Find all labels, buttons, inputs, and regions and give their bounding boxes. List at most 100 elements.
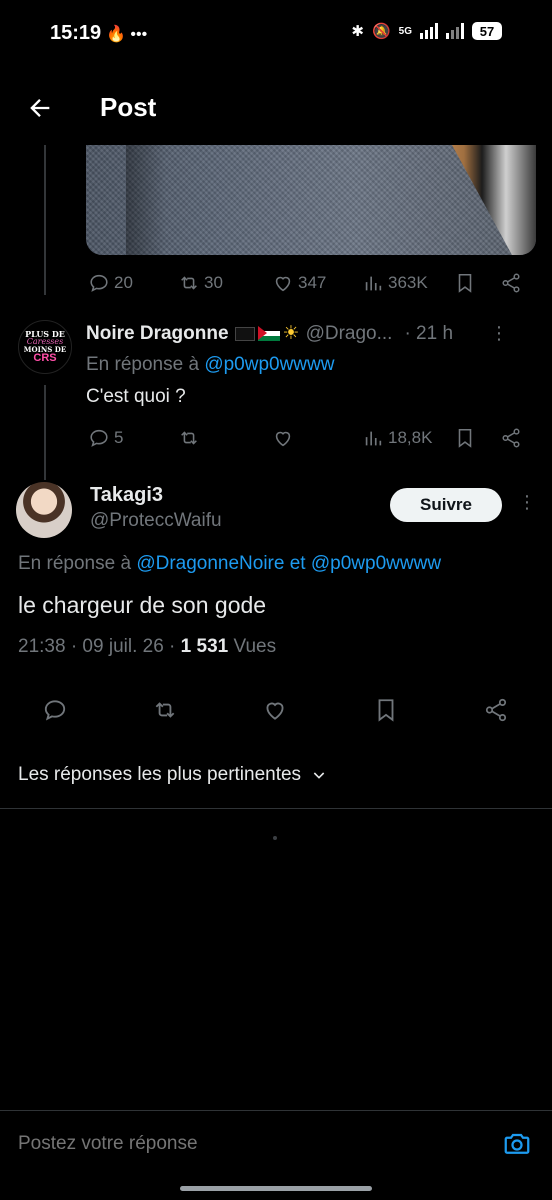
retweet-icon	[181, 431, 197, 445]
like-button[interactable]	[262, 697, 288, 723]
analytics-icon	[365, 276, 382, 291]
views-count[interactable]: 1 531	[181, 636, 229, 657]
views-button[interactable]: 18,8K	[362, 427, 432, 449]
comment-icon	[90, 429, 108, 447]
bookmark-icon	[458, 428, 472, 448]
heart-icon	[275, 276, 291, 292]
retweet-button[interactable]	[178, 427, 200, 449]
network-label: 5G	[398, 25, 412, 37]
reply-button[interactable]: 5	[88, 427, 123, 449]
signal-icon	[420, 23, 438, 39]
status-right: ✱ 🔕 5G 57	[351, 22, 502, 40]
share-button[interactable]	[500, 272, 522, 294]
heart-icon	[275, 431, 291, 447]
display-name[interactable]: Takagi3	[90, 484, 163, 507]
bookmark-icon	[378, 699, 394, 722]
reply-input[interactable]	[18, 1133, 458, 1155]
comment-icon	[90, 274, 108, 292]
retweet-count: 30	[204, 273, 223, 292]
share-button[interactable]	[483, 697, 509, 723]
share-icon	[502, 428, 520, 448]
sun-icon: ☀	[282, 323, 300, 344]
reply-count: 20	[114, 273, 133, 292]
avatar-text: CRS	[33, 352, 57, 364]
status-time: 15:19	[50, 22, 102, 44]
like-button[interactable]	[272, 427, 294, 449]
reply-button[interactable]	[42, 697, 68, 723]
tweet-text: C'est quoi ?	[86, 386, 186, 407]
arrow-left-icon	[30, 99, 50, 117]
retweet-icon	[155, 702, 175, 718]
bluetooth-icon: ✱	[351, 23, 364, 40]
reply-button[interactable]: 20	[88, 272, 133, 294]
tweet-meta: 21:38 · 09 juil. 26 · 1 531 Vues	[18, 636, 276, 658]
camera-button[interactable]	[502, 1129, 532, 1159]
mention-link[interactable]: @p0wp0wwww	[311, 553, 441, 574]
divider	[0, 808, 552, 809]
like-button[interactable]: 347	[272, 272, 326, 294]
reply-prefix: En réponse à	[18, 553, 132, 574]
thread-line	[44, 145, 46, 295]
loading-indicator	[273, 836, 277, 840]
reply-context: En réponse à @DragonneNoire et @p0wp0www…	[18, 553, 441, 575]
media-shadow	[126, 145, 166, 255]
page-title: Post	[100, 92, 157, 122]
views-label: Vues	[233, 636, 277, 657]
timestamp: · 21 h	[404, 322, 454, 344]
tweet-text: le chargeur de son gode	[18, 592, 267, 618]
status-bar: 15:19 🔥 ••• ✱ 🔕 5G 57	[0, 0, 552, 70]
tweet-media-image[interactable]	[86, 145, 536, 255]
retweet-button[interactable]	[152, 697, 178, 723]
name-emojis: ☀	[234, 322, 300, 345]
follow-button[interactable]: Suivre	[390, 488, 502, 522]
bookmark-button[interactable]	[454, 427, 476, 449]
back-button[interactable]	[22, 90, 58, 126]
reply-author-row: Noire Dragonne ☀ @Drago... · 21 h ⋮	[86, 322, 536, 345]
handle[interactable]: @Drago...	[306, 323, 393, 345]
battery-icon: 57	[472, 22, 502, 40]
tweet-timestamp: 21:38 · 09 juil. 26 ·	[18, 636, 176, 657]
reply-context: En réponse à @p0wp0wwww	[86, 354, 334, 376]
mention-link[interactable]: @DragonneNoire	[136, 553, 284, 574]
retweet-button[interactable]: 30	[178, 272, 223, 294]
sort-label: Les réponses les plus pertinentes	[18, 764, 302, 785]
avatar[interactable]: PLUS DE Caresses MOINS DE CRS	[18, 320, 72, 374]
share-icon	[502, 273, 520, 293]
chevron-down-icon	[313, 772, 325, 779]
share-icon	[485, 698, 507, 722]
more-notifications-icon: •••	[130, 26, 148, 43]
bookmark-button[interactable]	[373, 697, 399, 723]
replies-sort-dropdown[interactable]: Les réponses les plus pertinentes	[18, 764, 327, 786]
thread-line	[44, 385, 46, 480]
retweet-icon	[181, 276, 197, 290]
reply-prefix: En réponse à	[86, 354, 200, 375]
views-button[interactable]: 363K	[362, 272, 428, 294]
home-indicator	[180, 1186, 372, 1191]
flame-icon: 🔥	[106, 26, 126, 43]
bookmark-button[interactable]	[454, 272, 476, 294]
mute-icon: 🔕	[371, 23, 391, 40]
status-notification-icons: 🔥 •••	[106, 24, 147, 44]
display-name[interactable]: Noire Dragonne	[86, 323, 229, 345]
more-options-icon[interactable]: ⋮	[490, 323, 508, 344]
comment-icon	[44, 700, 66, 721]
mention-link[interactable]: @p0wp0wwww	[204, 354, 334, 375]
header: Post	[0, 80, 552, 140]
black-flag-icon	[234, 326, 255, 341]
camera-icon	[504, 1133, 530, 1154]
avatar[interactable]	[16, 482, 72, 538]
reply-composer	[0, 1110, 552, 1180]
views-count: 18,8K	[388, 428, 433, 447]
bookmark-icon	[458, 273, 472, 293]
like-count: 347	[298, 273, 327, 292]
views-count: 363K	[388, 273, 428, 292]
more-options-icon[interactable]: ⋮	[518, 492, 536, 513]
palestine-flag-icon	[257, 326, 280, 341]
analytics-icon	[365, 431, 382, 446]
reply-count: 5	[114, 428, 124, 447]
heart-icon	[266, 702, 284, 720]
share-button[interactable]	[500, 427, 522, 449]
signal-2-icon	[446, 23, 464, 39]
handle[interactable]: @ProteccWaifu	[90, 510, 222, 532]
reply-joiner: et	[289, 553, 306, 574]
